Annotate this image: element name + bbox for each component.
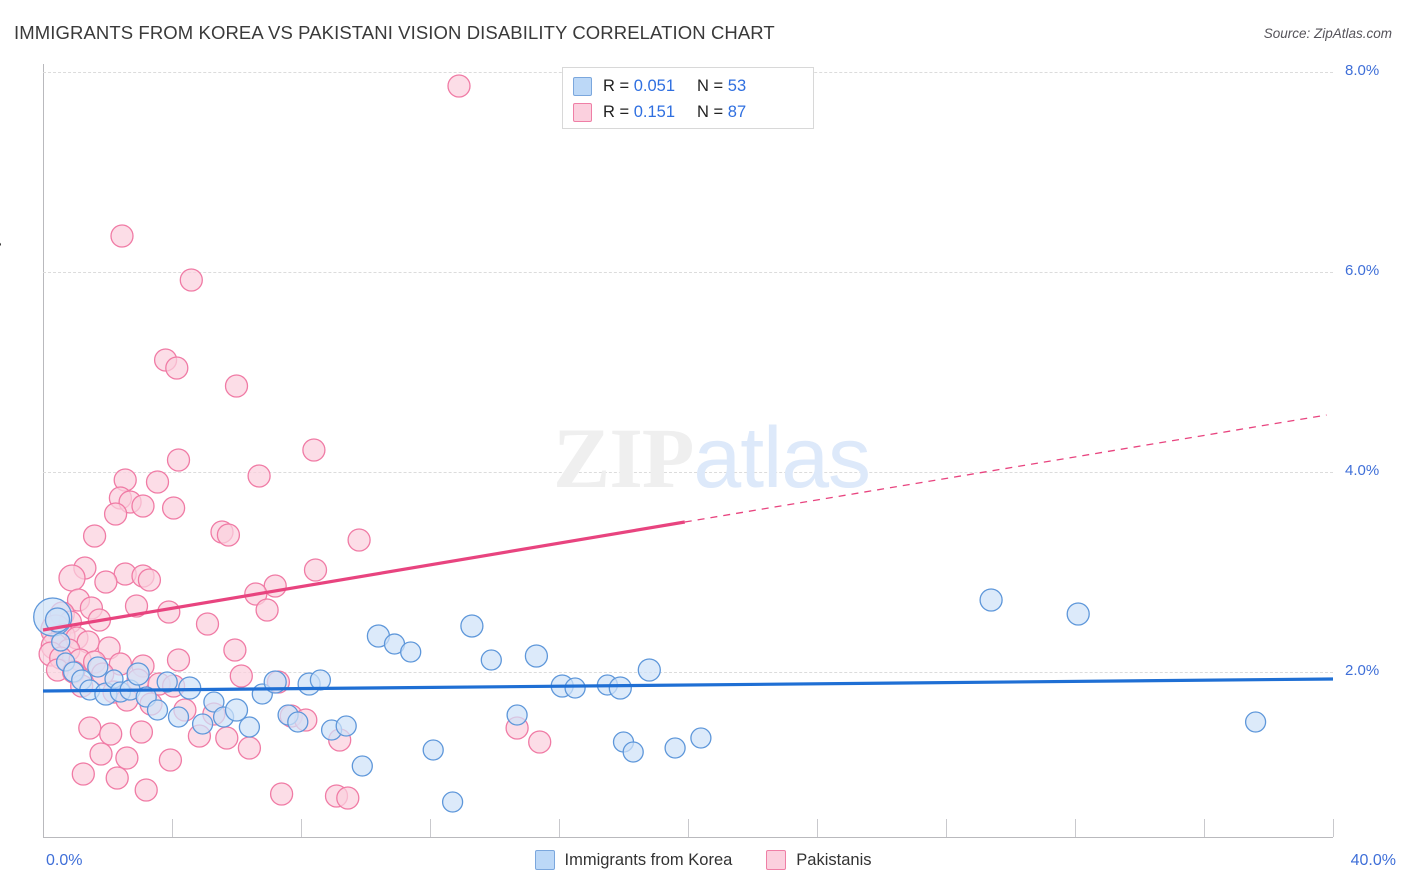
r-label-pakistanis: R =: [603, 102, 630, 121]
trendline-pakistanis-extension: [684, 414, 1327, 523]
r-label-korea: R =: [603, 76, 630, 95]
data-point-pakistani: [110, 224, 134, 248]
data-point-pakistani: [129, 720, 154, 744]
stats-legend-korea-text: R = 0.051 N = 53: [603, 77, 746, 96]
data-point-korea: [191, 713, 214, 735]
data-point-pakistani: [105, 766, 129, 790]
data-point-korea: [238, 716, 261, 738]
data-point-korea: [287, 711, 309, 733]
r-value-korea: 0.051: [633, 76, 676, 95]
data-point-pakistani: [157, 600, 181, 624]
data-point-pakistani: [216, 523, 241, 547]
data-point-korea: [167, 706, 190, 728]
data-point-pakistani: [224, 374, 249, 398]
n-value-korea: 53: [727, 76, 747, 95]
data-point-korea: [146, 699, 169, 721]
scatter-svg: [33, 74, 1334, 813]
data-point-korea: [524, 644, 549, 668]
legend-swatch-korea-icon: [573, 76, 592, 96]
stats-legend: R = 0.051 N = 53 R = 0.151 N = 87: [562, 67, 814, 129]
data-point-korea: [126, 662, 150, 686]
data-point-pakistani: [145, 470, 170, 494]
stats-legend-row-pakistanis: R = 0.151 N = 87: [573, 99, 803, 125]
data-point-korea: [1066, 602, 1090, 626]
data-point-pakistani: [347, 528, 371, 552]
legend-swatch-pakistanis-icon: [573, 102, 592, 122]
data-point-korea: [224, 698, 249, 722]
data-point-korea: [690, 727, 712, 749]
data-point-pakistani: [166, 648, 191, 672]
data-point-korea: [422, 739, 444, 761]
data-point-pakistani: [195, 612, 220, 636]
data-point-pakistani: [78, 716, 102, 740]
bottom-legend: Immigrants from Korea Pakistanis: [0, 850, 1406, 870]
data-point-korea: [87, 656, 109, 678]
bottom-legend-label-pakistanis: Pakistanis: [796, 850, 872, 869]
bottom-legend-label-korea: Immigrants from Korea: [564, 850, 733, 869]
bottom-legend-swatch-pakistanis-icon: [766, 850, 787, 870]
data-point-korea: [351, 755, 373, 777]
n-label-pakistanis: N =: [697, 102, 724, 121]
data-point-korea: [637, 658, 661, 682]
data-point-pakistani: [165, 356, 189, 380]
data-point-pakistani: [71, 762, 95, 786]
data-point-pakistani: [131, 494, 155, 518]
data-point-pakistani: [103, 502, 128, 526]
data-point-pakistani: [269, 782, 294, 806]
data-point-pakistani: [82, 524, 107, 548]
data-point-pakistani: [166, 448, 191, 472]
data-point-pakistani: [247, 464, 271, 488]
data-point-pakistani: [447, 74, 471, 98]
data-point-korea: [400, 641, 422, 663]
data-point-pakistani: [158, 748, 183, 772]
data-point-korea: [564, 677, 586, 699]
r-value-pakistanis: 0.151: [633, 102, 676, 121]
bottom-legend-item-pakistanis[interactable]: Pakistanis: [766, 850, 872, 870]
data-point-pakistani: [528, 730, 552, 754]
data-point-pakistani: [303, 558, 328, 582]
data-point-korea: [608, 676, 632, 700]
data-point-pakistani: [134, 778, 158, 802]
data-point-korea: [51, 632, 71, 652]
data-point-korea: [506, 704, 528, 726]
data-point-korea: [664, 737, 686, 759]
data-point-pakistani: [58, 564, 86, 592]
bottom-legend-swatch-korea-icon: [534, 850, 555, 870]
data-point-korea: [480, 649, 502, 671]
stats-legend-pakistanis-text: R = 0.151 N = 87: [603, 103, 746, 122]
data-point-pakistani: [89, 742, 113, 766]
bottom-legend-item-korea[interactable]: Immigrants from Korea: [534, 850, 733, 870]
data-point-pakistani: [215, 726, 239, 750]
n-value-pakistanis: 87: [727, 102, 747, 121]
data-point-korea: [1244, 711, 1267, 733]
stats-legend-row-korea: R = 0.051 N = 53: [573, 73, 803, 99]
data-point-pakistani: [94, 570, 118, 594]
n-label-korea: N =: [697, 76, 724, 95]
data-point-pakistani: [115, 746, 139, 770]
data-point-pakistani: [179, 268, 203, 292]
data-point-pakistani: [99, 722, 123, 746]
data-point-pakistani: [229, 664, 253, 688]
data-point-korea: [460, 614, 484, 638]
data-point-pakistani: [336, 786, 360, 810]
data-point-pakistani: [237, 736, 262, 760]
correlation-chart: IMMIGRANTS FROM KOREA VS PAKISTANI VISIO…: [0, 0, 1406, 892]
data-point-korea: [441, 791, 464, 813]
data-point-korea: [979, 588, 1003, 612]
data-point-pakistani: [255, 598, 279, 622]
data-point-korea: [335, 715, 357, 737]
data-point-pakistani: [161, 496, 186, 520]
data-point-korea: [622, 741, 644, 763]
data-point-pakistani: [223, 638, 247, 662]
data-point-pakistani: [137, 568, 162, 592]
data-point-pakistani: [302, 438, 326, 462]
